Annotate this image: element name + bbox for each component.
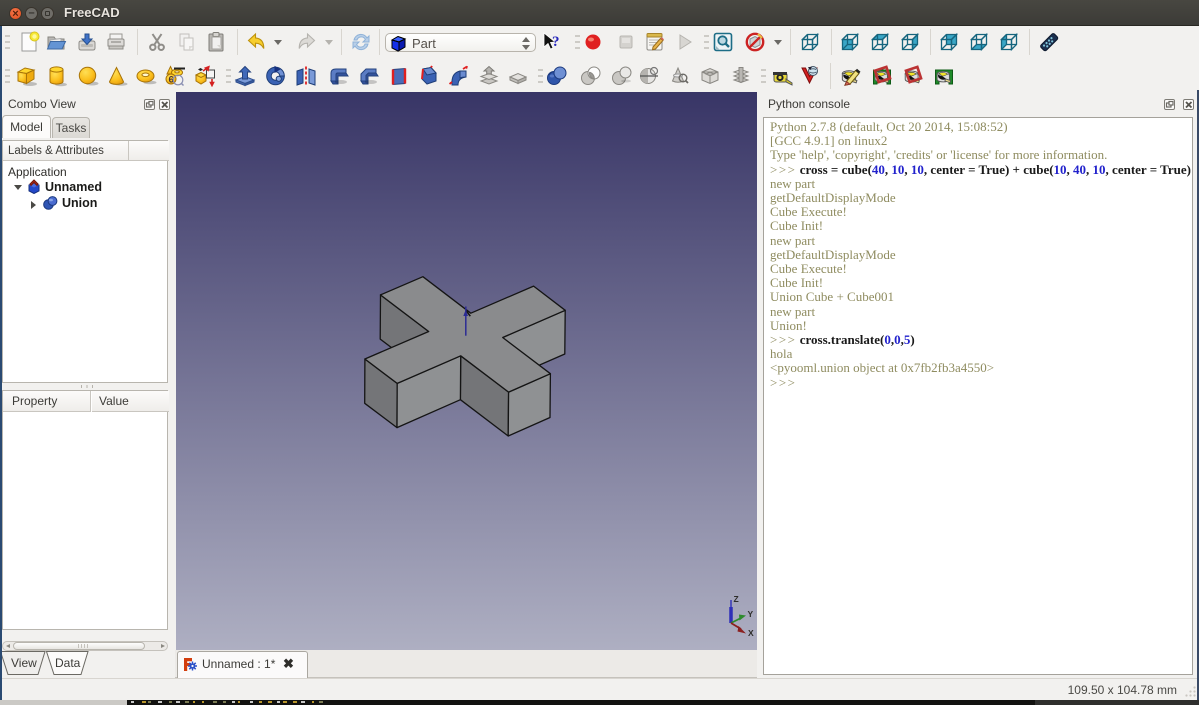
svg-text:Y: Y — [748, 609, 754, 619]
svg-text:Data: Data — [55, 656, 81, 670]
svg-text:Z: Z — [734, 594, 739, 604]
svg-text:View: View — [11, 656, 37, 670]
svg-text:X: X — [748, 628, 754, 638]
svg-text:?: ? — [552, 34, 560, 50]
